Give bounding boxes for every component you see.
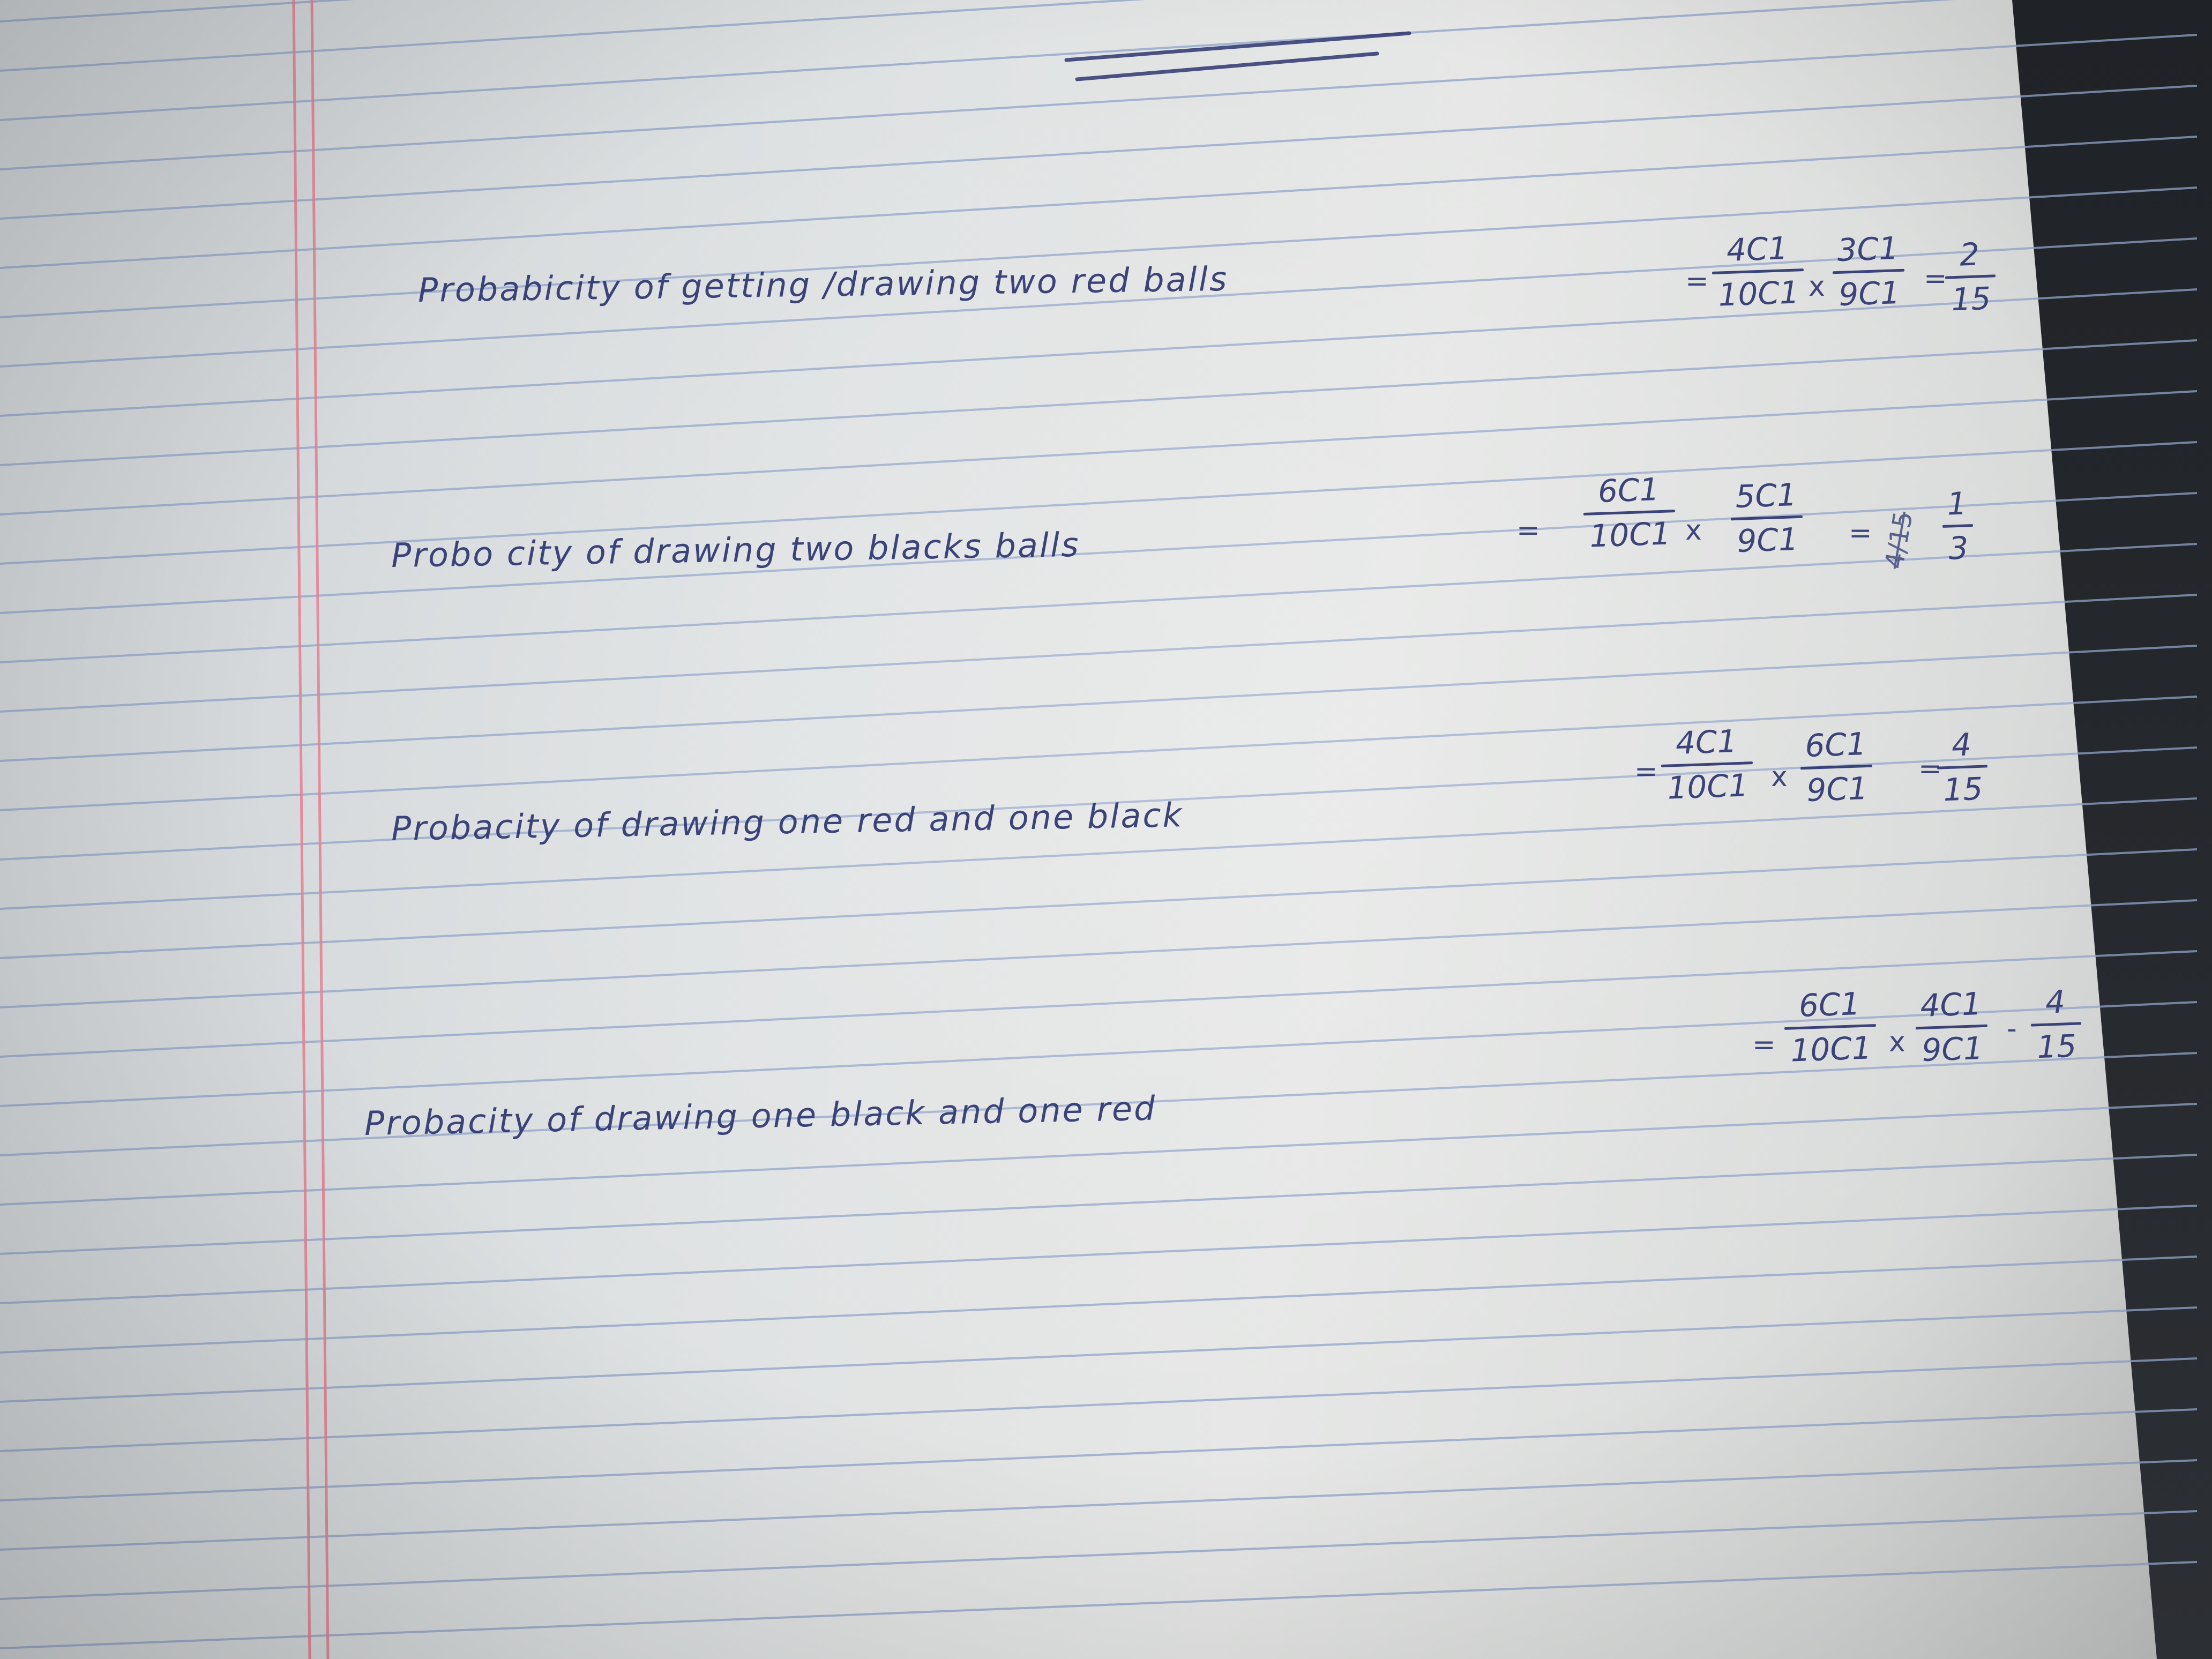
line-2-result: 1 3 — [1941, 484, 1974, 567]
fraction-bar — [1915, 1024, 1988, 1030]
fraction-bar — [1800, 764, 1873, 770]
rule-line — [0, 1408, 2198, 1501]
line-1-term-2: 3C1 9C1 — [1831, 229, 1906, 314]
line-1-result-den: 15 — [1951, 280, 1992, 318]
line-1-equals: = — [1685, 265, 1709, 297]
line-3-times: x — [1771, 761, 1788, 793]
line-3-term-2-num: 6C1 — [1804, 726, 1867, 764]
line-4-term-2: 4C1 9C1 — [1914, 985, 1989, 1070]
rule-line — [0, 492, 2198, 614]
line-2-result-equals: = — [1849, 517, 1872, 549]
rule-line — [0, 0, 355, 23]
line-4-result-num: 4 — [2044, 983, 2066, 1021]
line-3-term-1-num: 4C1 — [1675, 723, 1738, 761]
line-2-term-1-num: 6C1 — [1597, 471, 1660, 510]
line-2-term-2-num: 5C1 — [1735, 476, 1798, 515]
line-1-times: x — [1809, 271, 1825, 303]
rule-line — [0, 1154, 2198, 1255]
line-4-equals: = — [1752, 1029, 1776, 1061]
rule-line — [0, 34, 2198, 170]
rule-line — [0, 1459, 2198, 1551]
line-2-equals: = — [1516, 514, 1540, 547]
line-1-term-1-den: 10C1 — [1717, 274, 1800, 313]
line-2-term-2-den: 9C1 — [1736, 521, 1799, 559]
fraction-bar — [1730, 515, 1803, 521]
line-1-result-equals: = — [1924, 263, 1947, 295]
line-4-term-1-num: 6C1 — [1798, 985, 1861, 1024]
rule-line — [0, 848, 2198, 959]
line-4-result-equals: - — [2007, 1013, 2017, 1045]
line-3-result: 4 15 — [1935, 725, 1989, 809]
line-3-term-1-den: 10C1 — [1667, 767, 1749, 806]
rule-line — [0, 1561, 2198, 1649]
rule-line — [0, 0, 1146, 72]
line-3-equals: = — [1634, 756, 1658, 788]
line-2-term-2: 5C1 9C1 — [1729, 476, 1804, 561]
line-4-term-1: 6C1 10C1 — [1783, 984, 1877, 1070]
line-1-result-num: 2 — [1959, 236, 1981, 273]
line-3-result-num: 4 — [1951, 726, 1972, 764]
rule-line — [0, 339, 2198, 466]
line-2-term-1: 6C1 10C1 — [1582, 470, 1676, 555]
rule-line — [0, 1306, 2198, 1403]
rule-line — [0, 1205, 2198, 1304]
line-1-term-1: 4C1 10C1 — [1710, 229, 1805, 314]
fraction-bar — [1945, 274, 1996, 279]
line-4-term-1-den: 10C1 — [1790, 1029, 1872, 1069]
line-3-term-2: 6C1 9C1 — [1799, 725, 1874, 810]
rule-line — [0, 1357, 2198, 1452]
fraction-bar — [1937, 765, 1987, 769]
photo-scene: Probabicity of getting /drawing two red … — [0, 0, 2212, 1659]
line-4-times: x — [1889, 1026, 1905, 1058]
line-4-term-2-den: 9C1 — [1921, 1030, 1984, 1068]
line-4-result: 4 15 — [2029, 982, 2082, 1066]
line-3-term-1: 4C1 10C1 — [1660, 722, 1754, 807]
line-1-term-2-den: 9C1 — [1838, 274, 1901, 313]
fraction-bar — [1942, 524, 1973, 528]
fraction-bar — [2030, 1022, 2081, 1027]
line-3-result-den: 15 — [1942, 770, 1984, 809]
line-2-result-den: 3 — [1948, 529, 1969, 567]
line-4-term-2-num: 4C1 — [1919, 985, 1983, 1024]
fraction-bar — [1832, 268, 1905, 274]
line-1-term-1-num: 4C1 — [1725, 230, 1789, 268]
line-4-result-den: 15 — [2036, 1027, 2078, 1066]
line-2-term-1-den: 10C1 — [1589, 515, 1671, 555]
rule-line — [0, 1510, 2198, 1600]
line-1-result: 2 15 — [1944, 235, 1997, 318]
rule-line — [0, 1256, 2198, 1354]
line-2-result-num: 1 — [1946, 485, 1968, 522]
rule-line — [0, 85, 2198, 220]
rule-line — [0, 543, 2198, 663]
rule-line — [0, 390, 2198, 515]
line-1-term-2-num: 3C1 — [1836, 230, 1900, 268]
rule-line — [0, 594, 2198, 713]
line-2-times: x — [1685, 514, 1702, 547]
line-3-term-2-den: 9C1 — [1806, 770, 1869, 809]
